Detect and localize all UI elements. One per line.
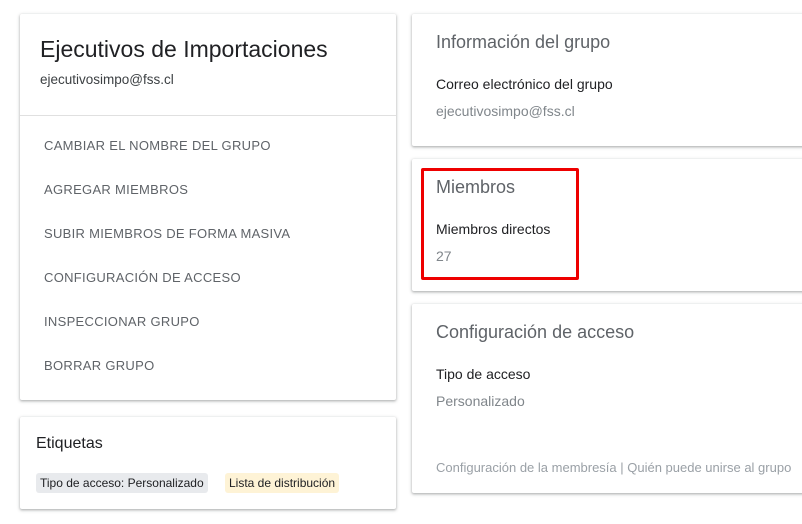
group-email: ejecutivosimpo@fss.cl xyxy=(40,72,174,87)
direct-members-label: Miembros directos xyxy=(436,221,551,237)
access-settings-button[interactable]: CONFIGURACIÓN DE ACCESO xyxy=(44,270,241,285)
group-info-card: Información del grupo Correo electrónico… xyxy=(412,14,802,146)
labels-title: Etiquetas xyxy=(36,435,103,452)
divider xyxy=(20,115,396,116)
access-type-value: Personalizado xyxy=(436,393,525,409)
direct-members-count: 27 xyxy=(436,248,452,264)
access-type-label: Tipo de acceso xyxy=(436,366,531,382)
group-info-title: Información del grupo xyxy=(436,32,611,52)
group-email-label: Correo electrónico del grupo xyxy=(436,76,613,92)
label-chip-distribution-list: Lista de distribución xyxy=(225,473,340,493)
bulk-upload-members-button[interactable]: SUBIR MIEMBROS DE FORMA MASIVA xyxy=(44,226,290,241)
access-settings-card: Configuración de acceso Tipo de acceso P… xyxy=(412,304,802,493)
group-card: Ejecutivos de Importaciones ejecutivosim… xyxy=(20,14,396,400)
inspect-group-button[interactable]: INSPECCIONAR GRUPO xyxy=(44,314,200,329)
add-members-button[interactable]: AGREGAR MIEMBROS xyxy=(44,182,188,197)
labels-card: Etiquetas Tipo de acceso: Personalizado … xyxy=(20,417,396,509)
group-title: Ejecutivos de Importaciones xyxy=(40,36,328,62)
members-card[interactable]: Miembros Miembros directos 27 xyxy=(412,159,802,291)
delete-group-button[interactable]: BORRAR GRUPO xyxy=(44,358,155,373)
group-email-value: ejecutivosimpo@fss.cl xyxy=(436,103,575,119)
label-chip-access-type: Tipo de acceso: Personalizado xyxy=(36,473,208,493)
membership-settings-link[interactable]: Configuración de la membresía | Quién pu… xyxy=(436,460,791,475)
members-title: Miembros xyxy=(436,177,516,197)
rename-group-button[interactable]: CAMBIAR EL NOMBRE DEL GRUPO xyxy=(44,138,271,153)
access-settings-title: Configuración de acceso xyxy=(436,322,635,342)
